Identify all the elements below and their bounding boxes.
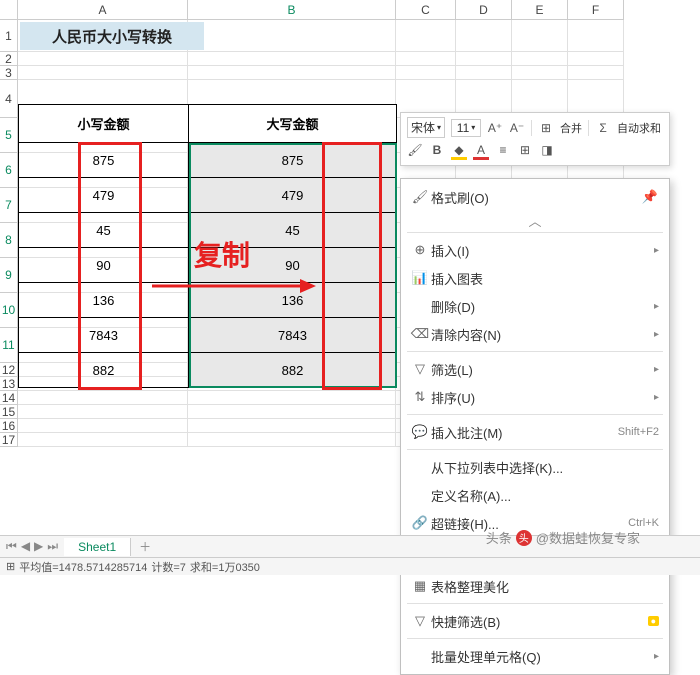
autosum-label[interactable]: 自动求和: [617, 120, 661, 136]
row-header-3[interactable]: 3: [0, 66, 18, 80]
context-menu: 🖌格式刷(O) 📌 ︿ ⊕插入(I)▸ 📊插入图表 删除(D)▸ ⌫清除内容(N…: [400, 178, 670, 675]
row-header-8[interactable]: 8: [0, 223, 18, 258]
sheet-add-button[interactable]: ＋: [131, 538, 159, 555]
cell-B5[interactable]: 875: [189, 143, 397, 178]
menu-format-painter[interactable]: 🖌格式刷(O) 📌: [401, 183, 669, 211]
row-header-6[interactable]: 6: [0, 153, 18, 188]
header-small-amount[interactable]: 小写金额: [19, 105, 189, 143]
cell-B6[interactable]: 479: [189, 178, 397, 213]
row-header-17[interactable]: 17: [0, 433, 18, 447]
menu-batch-process[interactable]: 批量处理单元格(Q)▸: [401, 642, 669, 670]
increase-font-icon[interactable]: A⁺: [487, 120, 503, 136]
row-header-13[interactable]: 13: [0, 377, 18, 391]
mini-toolbar: 宋体▾ 11▾ A⁺ A⁻ ⊞ 合并 Σ 自动求和 🖌 B ◆ A ≡ ⊞ ◨: [400, 112, 670, 166]
sort-icon: ⇅: [409, 389, 431, 405]
menu-table-beautify[interactable]: ▦表格整理美化: [401, 572, 669, 600]
status-bar: ⊞ 平均值=1478.5714285714 计数=7 求和=1万0350: [0, 557, 700, 575]
row-header-9[interactable]: 9: [0, 258, 18, 293]
filter-icon: ▽: [409, 361, 431, 377]
pin-icon: 📌: [639, 189, 661, 205]
insert-icon: ⊕: [409, 242, 431, 258]
col-header-A[interactable]: A: [18, 0, 188, 20]
menu-insert[interactable]: ⊕插入(I)▸: [401, 236, 669, 264]
header-big-amount[interactable]: 大写金额: [189, 105, 397, 143]
link-icon: 🔗: [409, 515, 431, 531]
row-header-14[interactable]: 14: [0, 391, 18, 405]
watermark: 头条 头 @数据蛙恢复专家: [486, 528, 640, 547]
quickfilter-icon: ▽: [409, 613, 431, 629]
cell-A10[interactable]: 7843: [19, 318, 189, 353]
status-count: 计数=7: [151, 559, 186, 575]
menu-delete[interactable]: 删除(D)▸: [401, 292, 669, 320]
row-header-5[interactable]: 5: [0, 118, 18, 153]
eraser-icon: ⌫: [409, 326, 431, 342]
row-header-2[interactable]: 2: [0, 52, 18, 66]
menu-collapse-handle[interactable]: ︿: [401, 211, 669, 229]
title-cell: 人民币大小写转换: [20, 22, 204, 50]
merge-label[interactable]: 合并: [560, 120, 582, 136]
cell-A7[interactable]: 45: [19, 213, 189, 248]
format-painter-icon[interactable]: 🖌: [407, 142, 423, 158]
watermark-text: @数据蛙恢复专家: [536, 528, 640, 547]
cell-A11[interactable]: 882: [19, 353, 189, 388]
col-header-D[interactable]: D: [456, 0, 512, 20]
sheet-nav-next-icon[interactable]: ▶: [34, 539, 43, 554]
column-headers: ABCDEF: [18, 0, 624, 20]
sheet-nav-prev-icon[interactable]: ◀: [21, 539, 30, 554]
menu-insert-chart[interactable]: 📊插入图表: [401, 264, 669, 292]
menu-filter[interactable]: ▽筛选(L)▸: [401, 355, 669, 383]
menu-sort[interactable]: ⇅排序(U)▸: [401, 383, 669, 411]
row-headers: 1234567891011121314151617: [0, 20, 18, 447]
cell-B10[interactable]: 7843: [189, 318, 397, 353]
sheet-nav-last-icon[interactable]: ⏭: [47, 539, 58, 554]
row-header-16[interactable]: 16: [0, 419, 18, 433]
cell-A9[interactable]: 136: [19, 283, 189, 318]
col-header-B[interactable]: B: [188, 0, 396, 20]
status-mode-icon: ⊞: [6, 560, 15, 573]
col-header-C[interactable]: C: [396, 0, 456, 20]
row-header-11[interactable]: 11: [0, 328, 18, 363]
sheet-tab-active[interactable]: Sheet1: [64, 538, 131, 556]
merge-icon[interactable]: ⊞: [538, 120, 554, 136]
cell-A5[interactable]: 875: [19, 143, 189, 178]
watermark-prefix: 头条: [486, 528, 512, 547]
status-sum: 求和=1万0350: [190, 559, 260, 575]
comment-icon: 💬: [409, 424, 431, 440]
status-avg: 平均值=1478.5714285714: [19, 559, 147, 575]
cell-A6[interactable]: 479: [19, 178, 189, 213]
fontsize-dropdown[interactable]: 11▾: [451, 119, 481, 137]
menu-insert-comment[interactable]: 💬插入批注(M)Shift+F2: [401, 418, 669, 446]
menu-clear[interactable]: ⌫清除内容(N)▸: [401, 320, 669, 348]
menu-select-from-list[interactable]: 从下拉列表中选择(K)...: [401, 453, 669, 481]
select-all-corner[interactable]: [0, 0, 18, 20]
align-icon[interactable]: ≡: [495, 142, 511, 158]
row-header-12[interactable]: 12: [0, 363, 18, 377]
row-header-1[interactable]: 1: [0, 20, 18, 52]
brush-icon: 🖌: [409, 189, 431, 205]
menu-quick-filter[interactable]: ▽快捷筛选(B)●: [401, 607, 669, 635]
row-header-10[interactable]: 10: [0, 293, 18, 328]
row-header-15[interactable]: 15: [0, 405, 18, 419]
font-dropdown[interactable]: 宋体▾: [407, 117, 445, 138]
watermark-icon: 头: [516, 530, 532, 546]
menu-define-name[interactable]: 定义名称(A)...: [401, 481, 669, 509]
table-icon: ▦: [409, 578, 431, 594]
highlight-icon[interactable]: ◨: [539, 142, 555, 158]
autosum-icon[interactable]: Σ: [595, 120, 611, 136]
col-header-E[interactable]: E: [512, 0, 568, 20]
cell-A8[interactable]: 90: [19, 248, 189, 283]
row-header-4[interactable]: 4: [0, 80, 18, 118]
font-color-icon[interactable]: A: [473, 142, 489, 158]
decrease-font-icon[interactable]: A⁻: [509, 120, 525, 136]
copy-annotation: 复制: [194, 234, 250, 274]
chart-icon: 📊: [409, 270, 431, 286]
border-icon[interactable]: ⊞: [517, 142, 533, 158]
sheet-nav-first-icon[interactable]: ⏮: [6, 539, 17, 554]
col-header-F[interactable]: F: [568, 0, 624, 20]
row-header-7[interactable]: 7: [0, 188, 18, 223]
cell-B11[interactable]: 882: [189, 353, 397, 388]
fill-color-icon[interactable]: ◆: [451, 142, 467, 158]
cell-B9[interactable]: 136: [189, 283, 397, 318]
bold-icon[interactable]: B: [429, 142, 445, 158]
